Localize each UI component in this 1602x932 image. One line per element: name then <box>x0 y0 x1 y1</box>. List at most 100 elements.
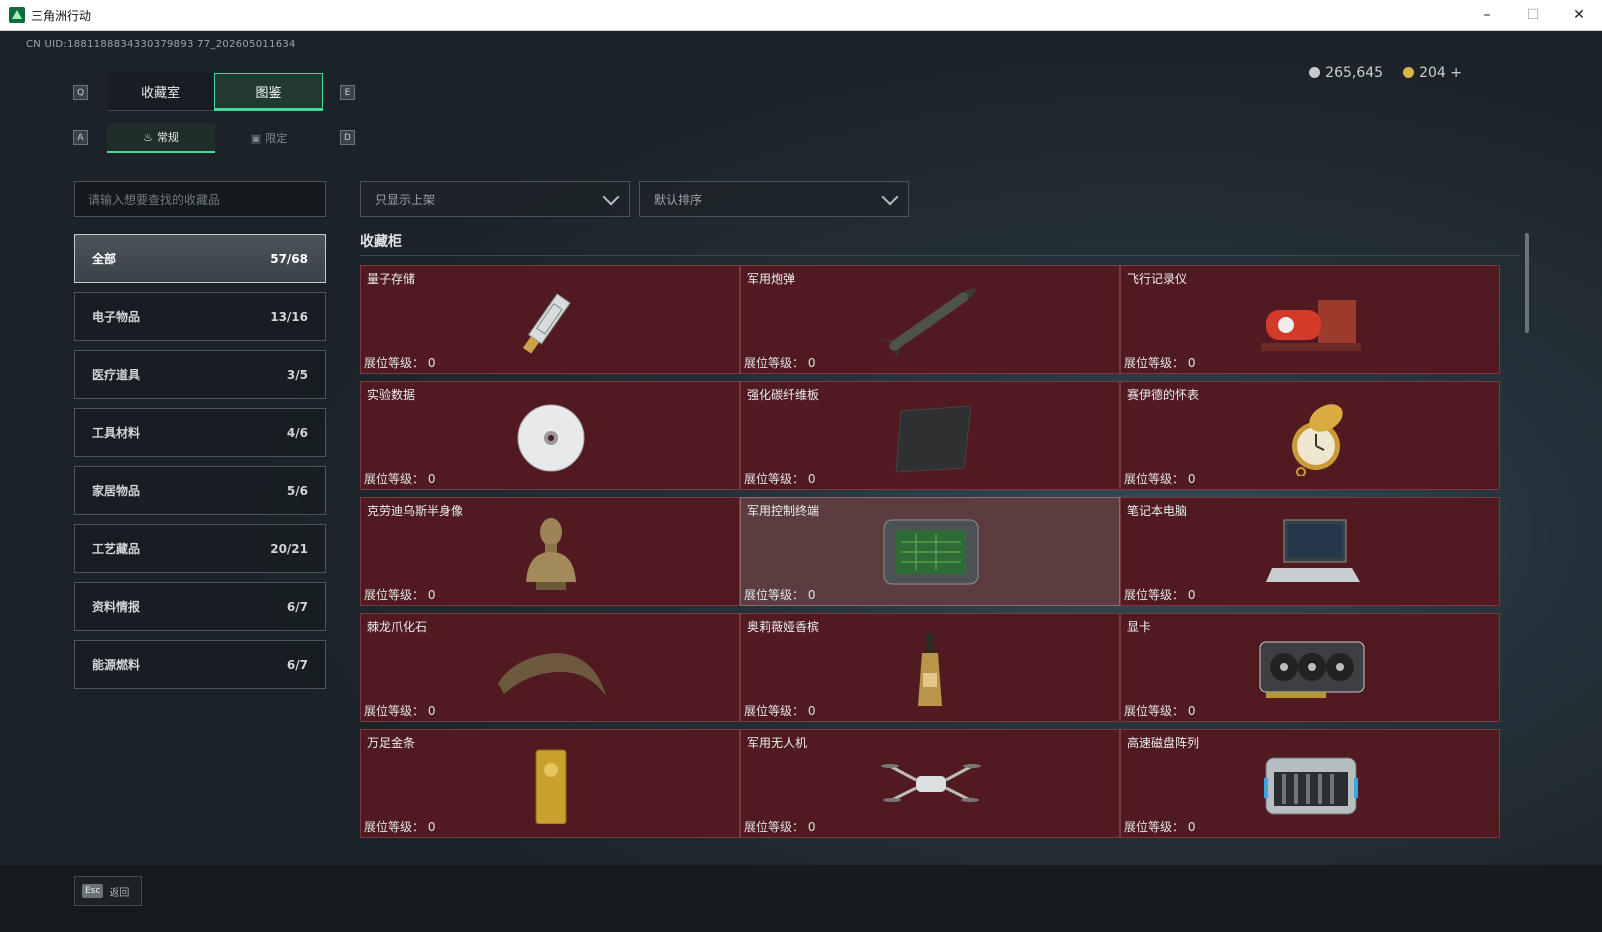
game-window: 三角洲行动 – ☐ ✕ CN UID:1881188834330379893 7… <box>0 0 1602 932</box>
usb-drive-icon <box>522 293 571 354</box>
item-level: 展位等级： 0 <box>364 354 435 371</box>
item-level: 展位等级： 0 <box>1124 818 1195 835</box>
level-value: 0 <box>427 588 436 602</box>
item-card[interactable]: 显卡 展位等级： 0 <box>1120 613 1500 722</box>
flight-recorder-icon <box>1261 300 1361 351</box>
level-label: 展位等级： <box>1124 356 1185 370</box>
category-item[interactable]: 家居物品 5/6 <box>74 466 326 515</box>
category-item[interactable]: 工艺藏品 20/21 <box>74 524 326 573</box>
maximize-button[interactable]: ☐ <box>1510 0 1556 30</box>
category-count: 13/16 <box>270 309 308 324</box>
category-item[interactable]: 全部 57/68 <box>74 234 326 283</box>
level-label: 展位等级： <box>744 820 805 834</box>
main-tabs: 收藏室 图鉴 <box>107 73 323 111</box>
item-level: 展位等级： 0 <box>364 702 435 719</box>
category-item[interactable]: 电子物品 13/16 <box>74 292 326 341</box>
item-card[interactable]: 笔记本电脑 展位等级： 0 <box>1120 497 1500 606</box>
level-label: 展位等级： <box>1124 588 1185 602</box>
item-card[interactable]: 量子存储 展位等级： 0 <box>360 265 740 374</box>
level-value: 0 <box>427 704 436 718</box>
level-value: 0 <box>807 472 816 486</box>
level-value: 0 <box>807 588 816 602</box>
add-currency-button[interactable]: + <box>1450 65 1462 81</box>
key-hint-d: D <box>340 130 355 145</box>
item-card[interactable]: 军用无人机 展位等级： 0 <box>740 729 1120 838</box>
level-value: 0 <box>1187 588 1196 602</box>
item-name: 赛伊德的怀表 <box>1127 388 1200 402</box>
level-label: 展位等级： <box>364 588 425 602</box>
game-logo-icon <box>9 7 25 23</box>
item-name: 万足金条 <box>367 736 416 750</box>
category-item[interactable]: 资料情报 6/7 <box>74 582 326 631</box>
category-label: 资料情报 <box>92 600 141 614</box>
tab-catalog[interactable]: 图鉴 <box>214 73 323 111</box>
shelf-filter-dropdown[interactable]: 只显示上架 <box>360 181 630 217</box>
sort-dropdown[interactable]: 默认排序 <box>639 181 909 217</box>
category-label: 工艺藏品 <box>92 542 141 556</box>
category-item[interactable]: 医疗道具 3/5 <box>74 350 326 399</box>
silver-amount: 265,645 <box>1325 65 1384 81</box>
subtab-regular[interactable]: ♨ 常规 <box>107 123 215 153</box>
category-item[interactable]: 能源燃料 6/7 <box>74 640 326 689</box>
carbon-plate-icon <box>895 405 972 473</box>
item-level: 展位等级： 0 <box>1124 702 1195 719</box>
minimize-button[interactable]: – <box>1464 0 1510 30</box>
chevron-down-icon <box>602 188 620 206</box>
tab-collection-room[interactable]: 收藏室 <box>107 73 214 111</box>
level-label: 展位等级： <box>364 820 425 834</box>
level-label: 展位等级： <box>1124 472 1185 486</box>
control-terminal-icon <box>883 519 979 585</box>
item-card[interactable]: 万足金条展位等级： 0 <box>360 729 740 838</box>
item-card[interactable]: 强化碳纤维板 展位等级： 0 <box>740 381 1120 490</box>
item-level: 展位等级： 0 <box>364 818 435 835</box>
item-card[interactable]: 军用控制终端 展位等级： 0 <box>740 497 1120 606</box>
level-label: 展位等级： <box>744 472 805 486</box>
level-value: 0 <box>807 820 816 834</box>
search-input[interactable]: 请输入想要查找的收藏品 <box>74 181 326 217</box>
item-card[interactable]: 实验数据 展位等级： 0 <box>360 381 740 490</box>
item-name: 奥莉薇娅香槟 <box>747 620 820 634</box>
item-name: 军用炮弹 <box>747 272 796 286</box>
level-value: 0 <box>1187 820 1196 834</box>
subtab-limited[interactable]: ▣ 限定 <box>215 123 323 153</box>
grid-scrollbar[interactable] <box>1525 233 1529 333</box>
item-card[interactable]: 高速磁盘阵列 展位等级： 0 <box>1120 729 1500 838</box>
category-count: 57/68 <box>270 251 308 266</box>
back-label: 返回 <box>109 887 130 899</box>
gold-currency: 204 + <box>1403 65 1462 81</box>
laptop-icon <box>1266 519 1360 582</box>
item-name: 强化碳纤维板 <box>747 388 820 402</box>
category-label: 能源燃料 <box>92 658 141 672</box>
window-title: 三角洲行动 <box>31 8 92 23</box>
back-button[interactable]: Esc 返回 <box>74 876 142 906</box>
category-item[interactable]: 工具材料 4/6 <box>74 408 326 457</box>
item-card[interactable]: 飞行记录仪 展位等级： 0 <box>1120 265 1500 374</box>
level-label: 展位等级： <box>744 356 805 370</box>
level-value: 0 <box>427 356 436 370</box>
item-card[interactable]: 克劳迪乌斯半身像 展位等级： 0 <box>360 497 740 606</box>
esc-key-hint: Esc <box>82 884 104 898</box>
category-count: 4/6 <box>286 425 308 440</box>
item-card[interactable]: 军用炮弹 展位等级： 0 <box>740 265 1120 374</box>
level-value: 0 <box>1187 356 1196 370</box>
disc-icon <box>517 404 585 472</box>
item-card[interactable]: 奥莉薇娅香槟 展位等级： 0 <box>740 613 1120 722</box>
level-value: 0 <box>1187 472 1196 486</box>
graphics-card-icon <box>1259 641 1365 698</box>
title-bar: 三角洲行动 – ☐ ✕ <box>0 0 1602 31</box>
key-hint-q: Q <box>73 85 88 100</box>
level-label: 展位等级： <box>364 356 425 370</box>
key-hint-a: A <box>73 130 88 145</box>
category-label: 电子物品 <box>92 310 141 324</box>
item-level: 展位等级： 0 <box>364 470 435 487</box>
gold-bar-icon <box>535 749 567 824</box>
category-label: 工具材料 <box>92 426 141 440</box>
level-label: 展位等级： <box>744 704 805 718</box>
item-card[interactable]: 棘龙爪化石 展位等级： 0 <box>360 613 740 722</box>
level-label: 展位等级： <box>1124 704 1185 718</box>
close-button[interactable]: ✕ <box>1556 0 1602 30</box>
level-label: 展位等级： <box>364 704 425 718</box>
item-card[interactable]: 赛伊德的怀表 展位等级： 0 <box>1120 381 1500 490</box>
shelf-filter-value: 只显示上架 <box>375 192 436 207</box>
subtab-limited-label: 限定 <box>265 132 288 145</box>
